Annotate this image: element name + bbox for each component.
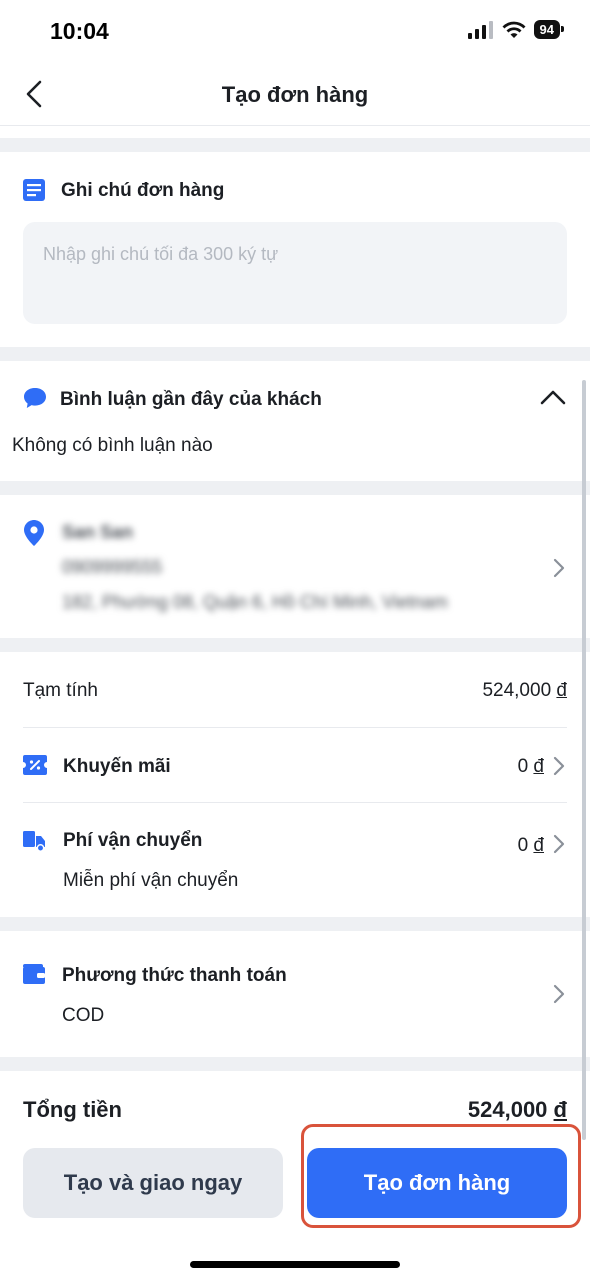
chevron-right-icon [553, 984, 565, 1004]
promo-label: Khuyến mãi [63, 756, 171, 777]
promo-amount: 0 [517, 756, 529, 777]
order-note-input[interactable]: Nhập ghi chú tối đa 300 ký tự [23, 222, 567, 324]
no-comments-text: Không có bình luận nào [12, 435, 213, 456]
create-order-button[interactable]: Tạo đơn hàng [307, 1148, 567, 1218]
payment-method-row[interactable]: Phương thức thanh toán COD [0, 931, 590, 1057]
subtotal-amount: 524,000 [482, 680, 552, 701]
customer-name: San San [62, 522, 134, 542]
total-value: 524,000 đ [468, 1097, 567, 1123]
section-divider [0, 481, 590, 495]
payment-method-value: COD [62, 1005, 105, 1026]
cellular-signal-icon [467, 20, 493, 39]
section-divider [0, 638, 590, 652]
shipping-note: Miễn phí vận chuyển [63, 870, 239, 891]
shipping-row[interactable]: Phí vận chuyển 0 đ Miễn phí vận chuyển [0, 803, 590, 915]
subtotal-value: 524,000 đ [482, 680, 567, 702]
promo-row[interactable]: Khuyến mãi 0 đ [0, 728, 590, 802]
comments-section-title: Bình luận gần đây của khách [60, 389, 322, 410]
currency-symbol: đ [533, 756, 544, 777]
address-card[interactable]: San San 0909999555 182, Phường 08, Quận … [0, 495, 590, 638]
status-icons: 94 [467, 20, 565, 39]
create-and-ship-button[interactable]: Tạo và giao ngay [23, 1148, 283, 1218]
payment-label: Phương thức thanh toán [62, 965, 287, 986]
page-title: Tạo đơn hàng [221, 82, 369, 107]
section-divider [0, 917, 590, 931]
note-icon [23, 179, 45, 201]
promo-value: 0 đ [518, 756, 544, 778]
section-divider [0, 347, 590, 361]
status-time: 10:04 [50, 18, 109, 44]
home-indicator [190, 1261, 400, 1268]
chevron-right-icon [553, 756, 565, 776]
shipping-amount: 0 [517, 835, 529, 856]
shipping-label: Phí vận chuyển [63, 830, 203, 851]
currency-symbol: đ [533, 835, 544, 856]
delivery-truck-icon [23, 831, 45, 852]
customer-address: 182, Phường 08, Quận 6, Hồ Chí Minh, Vie… [62, 592, 448, 612]
customer-phone: 0909999555 [62, 557, 163, 577]
chat-bubble-icon [24, 388, 46, 408]
subtotal-label: Tạm tính [23, 680, 98, 701]
wallet-icon [23, 964, 45, 984]
note-section-title: Ghi chú đơn hàng [61, 180, 225, 201]
chevron-up-icon[interactable] [540, 388, 566, 406]
currency-symbol: đ [556, 680, 567, 701]
total-amount: 524,000 [467, 1097, 548, 1122]
total-label: Tổng tiền [23, 1097, 122, 1122]
location-pin-icon [24, 520, 44, 546]
wifi-icon [502, 21, 526, 38]
currency-symbol: đ [553, 1097, 567, 1122]
status-bar: 10:04 94 [0, 0, 590, 62]
section-divider [0, 1057, 590, 1071]
section-divider [0, 138, 590, 152]
discount-ticket-icon [23, 755, 47, 775]
chevron-right-icon [553, 834, 565, 854]
battery-indicator: 94 [533, 20, 565, 39]
note-placeholder: Nhập ghi chú tối đa 300 ký tự [43, 244, 279, 264]
navbar: Tạo đơn hàng [0, 62, 590, 126]
scrollbar[interactable] [582, 380, 586, 1140]
shipping-value: 0 đ [518, 835, 544, 857]
chevron-right-icon [553, 558, 565, 578]
